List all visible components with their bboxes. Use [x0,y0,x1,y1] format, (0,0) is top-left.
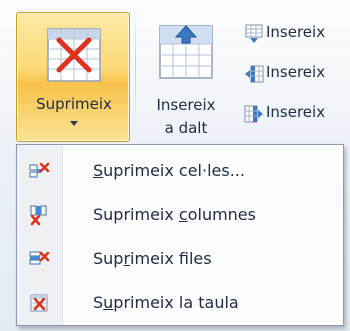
insert-left-label: Insereix [266,63,326,81]
label-part: uprimeix cel·les... [103,161,245,180]
menu-item-delete-cells[interactable]: Suprimeix cel·les... [18,151,342,191]
insert-above-label-line2: a dalt [164,119,208,137]
menu-item-delete-columns[interactable]: Suprimeix columnes [18,195,342,235]
menu-item-label: Suprimeix files [93,249,212,268]
insert-right-icon [244,105,263,123]
label-part: olumnes [187,205,256,224]
accelerator-key: c [178,205,188,224]
delete-cells-icon [29,162,50,178]
menu-item-label: Suprimeix cel·les... [93,161,245,180]
insert-above-button[interactable]: Insereix a dalt [140,12,232,142]
insert-below-button[interactable]: Insereix [240,20,350,48]
menu-item-label: Suprimeix la taula [93,293,239,312]
chevron-down-icon [70,121,78,126]
table-layout-ribbon: Suprimeix Insereix a dalt Insereix Inser… [0,0,350,331]
insert-below-icon [245,24,263,43]
delete-dropdown-menu: Suprimeix cel·les... Suprimeix columnes [16,144,344,326]
menu-item-delete-rows[interactable]: Suprimeix files [18,239,342,279]
delete-columns-icon [30,205,47,226]
accelerator-key: u [103,293,114,312]
delete-table-icon [30,294,48,312]
accelerator-key: S [93,161,104,180]
delete-button-label: Suprimeix [36,95,112,113]
menu-item-delete-table[interactable]: Suprimeix la taula [18,283,342,323]
label-part: Sup [93,249,124,268]
delete-table-icon [47,28,101,82]
insert-right-label: Insereix [266,103,326,121]
insert-left-icon [245,65,264,83]
insert-left-button[interactable]: Insereix [240,60,350,88]
insert-above-label-line1: Insereix [156,96,216,114]
menu-item-label: Suprimeix columnes [93,205,256,224]
label-part: Suprimeix [93,205,179,224]
insert-below-label: Insereix [266,23,326,41]
insert-right-button[interactable]: Insereix [240,100,350,128]
delete-rows-icon [29,251,50,265]
delete-button[interactable]: Suprimeix [16,12,130,142]
ribbon-separator [135,8,136,126]
label-part: S [93,293,104,312]
insert-above-label: Insereix a dalt [140,94,232,140]
label-part: primeix la taula [113,293,239,312]
label-part: imeix files [130,249,212,268]
insert-above-icon [159,25,213,79]
